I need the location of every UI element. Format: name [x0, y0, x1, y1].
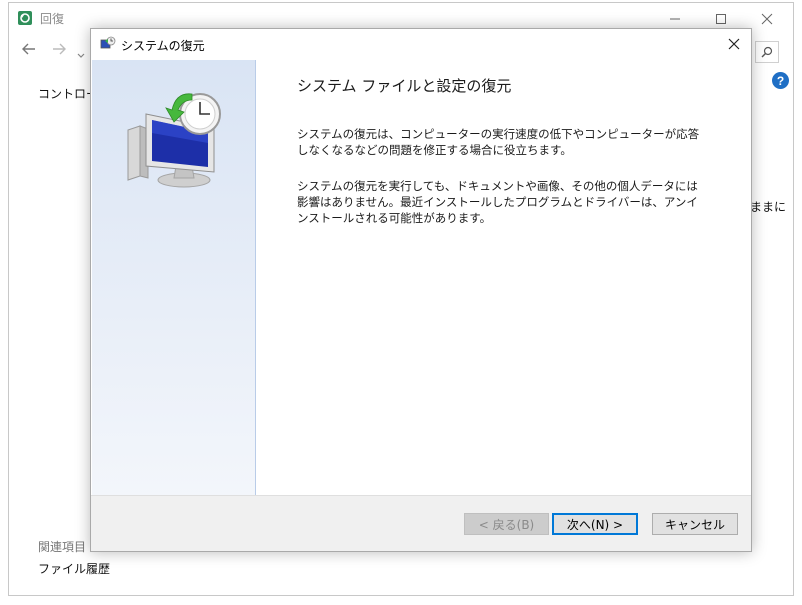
description-paragraph-1: システムの復元は、コンピューターの実行速度の低下やコンピューターが応答しなくなる… — [297, 127, 700, 157]
dialog-content: システム ファイルと設定の復元 システムの復元は、コンピューターの実行速度の低下… — [297, 60, 711, 226]
forward-arrow-icon — [53, 43, 66, 55]
system-restore-illustration — [127, 93, 221, 188]
system-restore-title-icon — [100, 36, 116, 52]
back-arrow-icon — [22, 43, 35, 55]
dialog-titlebar: システムの復元 — [91, 29, 751, 60]
minimize-icon — [670, 18, 680, 20]
close-icon — [761, 13, 773, 25]
close-icon — [728, 38, 740, 50]
cancel-button[interactable]: キャンセル — [652, 513, 738, 535]
system-restore-dialog: システムの復元 システム ファイルと設定の復元 システムの復元は、コンピューター… — [90, 28, 752, 552]
next-button[interactable]: 次へ(N) > — [552, 513, 638, 535]
search-icon — [761, 46, 773, 58]
help-icon[interactable]: ? — [772, 72, 789, 89]
description-paragraph-2: システムの復元を実行しても、ドキュメントや画像、その他の個人データには影響はあり… — [297, 179, 698, 225]
search-button[interactable] — [755, 41, 779, 63]
related-items-heading: 関連項目 — [38, 540, 87, 554]
dialog-footer: < 戻る(B) 次へ(N) > キャンセル — [91, 495, 751, 551]
maximize-icon — [716, 14, 726, 24]
dialog-side-panel — [92, 60, 256, 497]
forward-nav-button[interactable] — [51, 41, 67, 61]
dialog-heading: システム ファイルと設定の復元 — [297, 77, 512, 95]
chevron-down-icon — [77, 53, 85, 58]
dialog-close-button[interactable] — [719, 31, 749, 57]
dialog-title: システムの復元 — [121, 39, 205, 53]
parent-window-title: 回復 — [40, 12, 65, 26]
file-history-link[interactable]: ファイル履歴 — [38, 560, 110, 577]
back-nav-button[interactable] — [21, 41, 37, 61]
clipped-text: ままに — [750, 200, 787, 214]
restore-app-icon — [18, 11, 32, 25]
back-button[interactable]: < 戻る(B) — [464, 513, 549, 535]
recent-locations-button[interactable] — [77, 45, 85, 64]
